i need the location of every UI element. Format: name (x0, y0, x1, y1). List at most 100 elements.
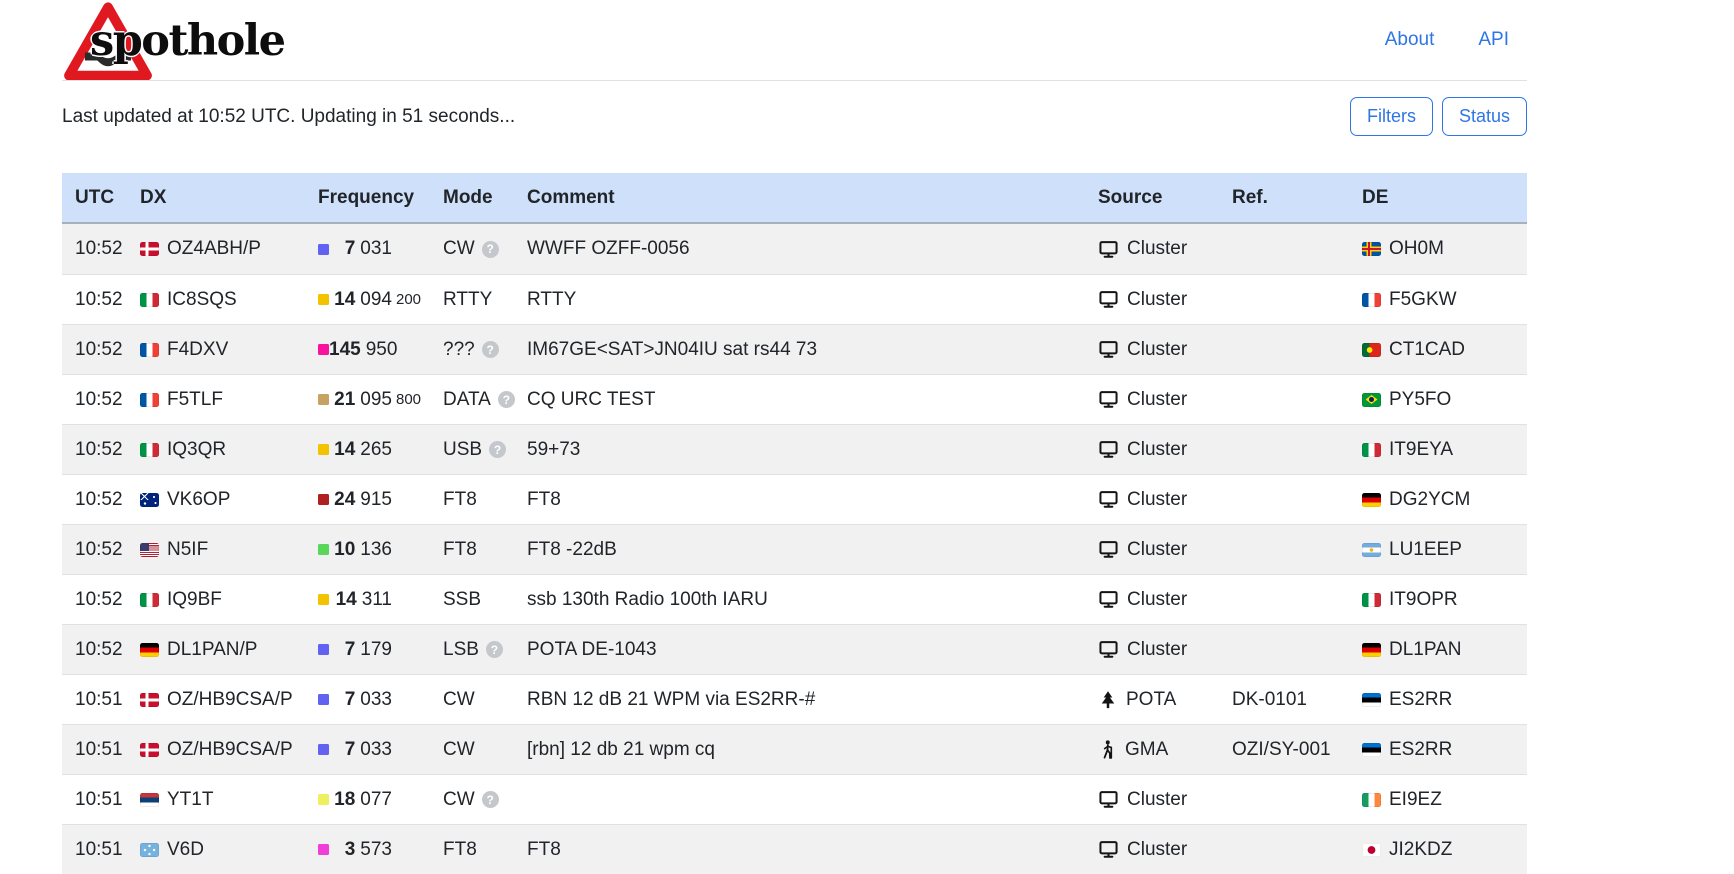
monitor-icon (1098, 639, 1119, 660)
monitor-icon (1098, 439, 1119, 460)
dx-country-flag (140, 543, 159, 557)
dx-callsign: F4DXV (167, 339, 228, 361)
dx-callsign: IC8SQS (167, 289, 237, 311)
frequency-value: 3573 (329, 839, 392, 861)
ref-cell: OZI/SY-001 (1230, 739, 1360, 761)
mode-cell: FT8 (430, 839, 514, 861)
de-cell: ES2RR (1360, 689, 1527, 711)
monitor-icon (1098, 589, 1119, 610)
frequency-cell: 10136 (303, 539, 430, 561)
status-button[interactable]: Status (1442, 97, 1527, 136)
mode-cell: CW (430, 238, 514, 260)
comment-cell: FT8 (514, 489, 1095, 511)
column-header-mode: Mode (430, 187, 514, 209)
dx-cell: N5IF (127, 539, 303, 561)
spot-row[interactable]: 10:52 F4DXV 145950 ??? IM67GE<SAT>JN04IU… (62, 324, 1527, 374)
comment-cell: CQ URC TEST (514, 389, 1095, 411)
spot-row[interactable]: 10:52 N5IF 10136 FT8 FT8 -22dB (62, 524, 1527, 574)
comment-cell: WWFF OZFF-0056 (514, 238, 1095, 260)
controls-row: Last updated at 10:52 UTC. Updating in 5… (62, 97, 1527, 136)
frequency-value: 24915 (329, 489, 392, 511)
spot-row[interactable]: 10:52 VK6OP 24915 FT8 FT8 (62, 474, 1527, 524)
source-label: Cluster (1127, 489, 1187, 511)
de-cell: DL1PAN (1360, 639, 1527, 661)
dx-country-flag (140, 443, 159, 457)
dx-cell: IQ3QR (127, 439, 303, 461)
mode-cell: FT8 (430, 539, 514, 561)
spot-row[interactable]: 10:52 IQ3QR 14265 USB 59+73 (62, 424, 1527, 474)
nav-link-about[interactable]: About (1385, 29, 1435, 51)
mode-label: SSB (443, 589, 481, 611)
monitor-icon (1098, 239, 1119, 260)
column-header-source: Source (1095, 187, 1230, 209)
help-icon[interactable] (482, 791, 499, 808)
de-callsign: LU1EEP (1389, 539, 1462, 561)
frequency-value: 7179 (329, 639, 392, 661)
dx-country-flag (140, 843, 159, 857)
spot-time: 10:52 (62, 339, 127, 361)
band-color-swatch (318, 644, 329, 655)
comment-cell: IM67GE<SAT>JN04IU sat rs44 73 (514, 339, 1095, 361)
dx-cell: OZ/HB9CSA/P (127, 739, 303, 761)
comment-cell: [rbn] 12 db 21 wpm cq (514, 739, 1095, 761)
spot-row[interactable]: 10:52 OZ4ABH/P 7031 CW WWFF OZFF-0056 (62, 224, 1527, 274)
nav-link-api[interactable]: API (1478, 29, 1509, 51)
help-icon[interactable] (498, 391, 515, 408)
spot-row[interactable]: 10:51 YT1T 18077 CW (62, 774, 1527, 824)
help-icon[interactable] (486, 641, 503, 658)
frequency-value: 14311 (329, 589, 392, 611)
mode-label: CW (443, 238, 475, 260)
filters-button[interactable]: Filters (1350, 97, 1433, 136)
button-group: Filters Status (1350, 97, 1527, 136)
de-country-flag (1362, 693, 1381, 707)
spot-row[interactable]: 10:51 OZ/HB9CSA/P 7033 CW RBN 12 dB 21 W… (62, 674, 1527, 724)
brand-logo[interactable]: spothole (62, 0, 284, 80)
band-color-swatch (318, 744, 329, 755)
frequency-value: 10136 (329, 539, 392, 561)
mode-label: RTTY (443, 289, 492, 311)
source-label: Cluster (1127, 289, 1187, 311)
spot-table-body: 10:52 OZ4ABH/P 7031 CW WWFF OZFF-0056 (62, 224, 1527, 874)
help-icon[interactable] (482, 341, 499, 358)
mode-label: ??? (443, 339, 475, 361)
mode-cell: SSB (430, 589, 514, 611)
de-cell: EI9EZ (1360, 789, 1527, 811)
dx-country-flag (140, 293, 159, 307)
source-cell: Cluster (1095, 489, 1230, 511)
spot-row[interactable]: 10:52 IC8SQS 14094 200 RTTY RTTY (62, 274, 1527, 324)
de-country-flag (1362, 393, 1381, 407)
spot-row[interactable]: 10:51 V6D 3573 FT8 FT8 (62, 824, 1527, 874)
spot-row[interactable]: 10:52 IQ9BF 14311 SSB ssb 130th Radio 10… (62, 574, 1527, 624)
source-label: Cluster (1127, 839, 1187, 861)
source-label: Cluster (1127, 789, 1187, 811)
frequency-cell: 7179 (303, 639, 430, 661)
spot-time: 10:52 (62, 639, 127, 661)
de-callsign: IT9OPR (1389, 589, 1458, 611)
spot-row[interactable]: 10:52 DL1PAN/P 7179 LSB POTA DE-1043 (62, 624, 1527, 674)
band-color-swatch (318, 494, 329, 505)
band-color-swatch (318, 344, 329, 355)
help-icon[interactable] (489, 441, 506, 458)
spot-row[interactable]: 10:52 F5TLF 21095 800 DATA CQ URC TEST (62, 374, 1527, 424)
dx-country-flag (140, 693, 159, 707)
dx-callsign: IQ3QR (167, 439, 226, 461)
dx-country-flag (140, 242, 159, 256)
spot-row[interactable]: 10:51 OZ/HB9CSA/P 7033 CW [rbn] 12 db 21… (62, 724, 1527, 774)
band-color-swatch (318, 244, 329, 255)
dx-cell: IC8SQS (127, 289, 303, 311)
help-icon[interactable] (482, 241, 499, 258)
frequency-cell: 18077 (303, 789, 430, 811)
dx-cell: OZ4ABH/P (127, 238, 303, 260)
de-cell: DG2YCM (1360, 489, 1527, 511)
source-label: POTA (1126, 689, 1176, 711)
dx-callsign: DL1PAN/P (167, 639, 257, 661)
comment-cell: FT8 (514, 839, 1095, 861)
band-color-swatch (318, 294, 329, 305)
source-cell: POTA (1095, 689, 1230, 711)
monitor-icon (1098, 389, 1119, 410)
frequency-value: 14094 (329, 289, 392, 311)
mode-label: USB (443, 439, 482, 461)
de-country-flag (1362, 343, 1381, 357)
monitor-icon (1098, 489, 1119, 510)
mode-cell: ??? (430, 339, 514, 361)
